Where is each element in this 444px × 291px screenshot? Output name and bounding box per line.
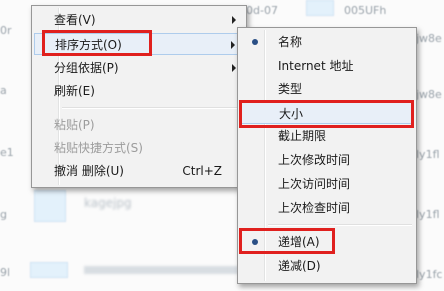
background-text: g bbox=[0, 208, 7, 221]
menu-item-paste[interactable]: 粘贴(P) bbox=[34, 114, 244, 136]
background-text: 005UFh bbox=[344, 4, 387, 17]
menu-item-label: 名称 bbox=[278, 35, 303, 49]
menu-item-label: 刷新(E) bbox=[54, 84, 95, 98]
file-thumbnail bbox=[34, 190, 66, 222]
menu-separator bbox=[62, 107, 242, 109]
menu-item-group-by[interactable]: 分组依据(P) bbox=[34, 57, 244, 79]
menu-separator bbox=[268, 224, 412, 226]
file-caption-blur bbox=[84, 266, 254, 274]
background-text: 9l bbox=[0, 266, 11, 279]
menu-item-label: 上次修改时间 bbox=[278, 153, 351, 167]
menu-item-label: 上次访问时间 bbox=[278, 177, 351, 191]
menu-item-label: 截止期限 bbox=[278, 129, 327, 143]
sort-item-internet-address[interactable]: Internet 地址 bbox=[240, 55, 414, 77]
background-text: ly1fl bbox=[416, 148, 440, 161]
sort-item-descending[interactable]: 递减(D) bbox=[240, 255, 414, 277]
background-text: e1 bbox=[0, 146, 14, 159]
sort-item-date-accessed[interactable]: 上次访问时间 bbox=[240, 173, 414, 195]
menu-item-label: 粘贴(P) bbox=[54, 118, 95, 132]
menu-item-shortcut: Ctrl+Z bbox=[182, 164, 222, 178]
menu-item-label: 类型 bbox=[278, 82, 303, 96]
background-text: jw8e bbox=[416, 32, 442, 45]
highlight-box-size bbox=[239, 100, 414, 128]
menu-item-label: 查看(V) bbox=[54, 13, 96, 27]
background-text: 0d-07 bbox=[246, 4, 278, 17]
menu-item-refresh[interactable]: 刷新(E) bbox=[34, 80, 244, 102]
highlight-box-ascending bbox=[239, 228, 335, 254]
menu-item-label: 分组依据(P) bbox=[54, 61, 119, 75]
background-text: jw8e bbox=[416, 88, 442, 101]
submenu-arrow-icon bbox=[231, 41, 235, 49]
menu-item-paste-shortcut[interactable]: 粘贴快捷方式(S) bbox=[34, 137, 244, 159]
menu-item-label: 上次检查时间 bbox=[278, 201, 351, 215]
sort-item-deadline[interactable]: 截止期限 bbox=[240, 125, 414, 147]
menu-item-label: Internet 地址 bbox=[278, 59, 354, 73]
menu-item-label: 撤消 删除(U) bbox=[54, 164, 124, 178]
background-text: a bbox=[0, 84, 7, 97]
radio-bullet-icon bbox=[252, 39, 258, 45]
menu-item-label: 粘贴快捷方式(S) bbox=[54, 141, 143, 155]
sort-item-date-checked[interactable]: 上次检查时间 bbox=[240, 197, 414, 219]
file-caption: kagejpg bbox=[84, 196, 132, 210]
background-text: 0r bbox=[0, 24, 12, 37]
background-text: ly1fl bbox=[416, 208, 440, 221]
file-thumbnail bbox=[306, 0, 334, 16]
sort-item-type[interactable]: 类型 bbox=[240, 78, 414, 100]
sort-item-name[interactable]: 名称 bbox=[240, 31, 414, 53]
submenu-arrow-icon bbox=[232, 16, 236, 24]
menu-item-label: 递减(D) bbox=[278, 259, 321, 273]
sort-item-date-modified[interactable]: 上次修改时间 bbox=[240, 149, 414, 171]
highlight-box-sort-by bbox=[42, 30, 152, 56]
menu-item-view[interactable]: 查看(V) bbox=[34, 9, 244, 31]
submenu-arrow-icon bbox=[232, 64, 236, 72]
menu-item-undo-delete[interactable]: 撤消 删除(U) Ctrl+Z bbox=[34, 160, 244, 182]
background-text: ly1fc bbox=[416, 268, 443, 281]
file-thumbnail bbox=[30, 262, 68, 278]
